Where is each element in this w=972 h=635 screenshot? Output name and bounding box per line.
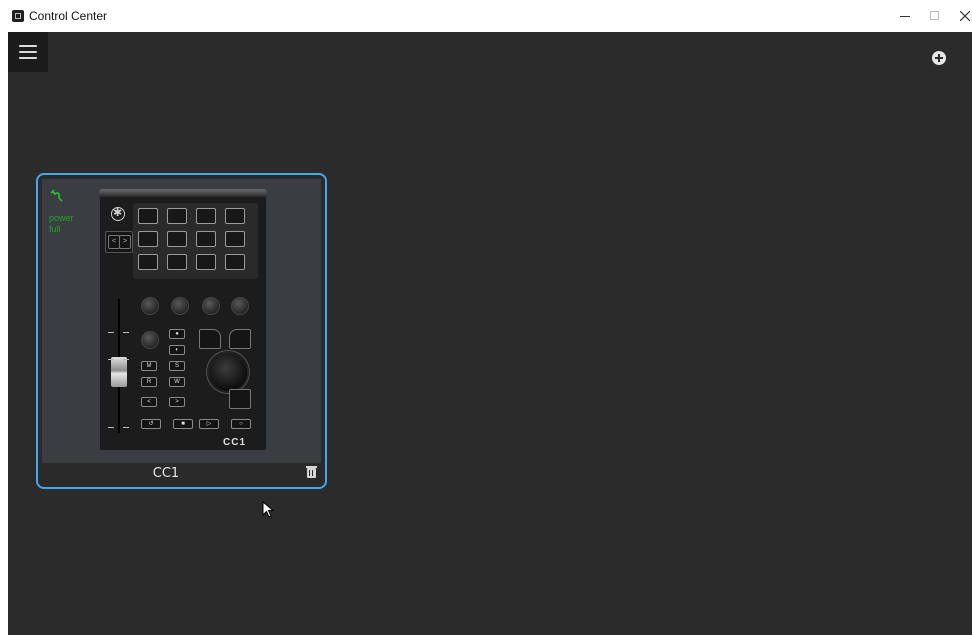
pad [225,208,245,224]
power-status-line: power [49,213,74,223]
stop-button-graphic: ■ [173,419,193,429]
window-titlebar: Control Center [0,0,972,32]
mouse-cursor-icon [262,501,275,518]
loop-button-graphic: ↺ [141,419,161,429]
menu-button[interactable] [8,32,48,72]
channel-next-graphic: > [169,397,185,407]
device-card-footer: CC1 [42,463,321,483]
plug-icon [50,189,63,202]
bank-arrows: < > [105,231,133,253]
knob [231,297,249,315]
pad [167,208,187,224]
pad [225,254,245,270]
device-top-edge [99,189,267,197]
knob [171,297,189,315]
mute-button-graphic: M [141,361,157,371]
fader-cap [111,357,127,387]
pad [138,208,158,224]
minimize-icon [900,16,910,17]
add-device-button[interactable] [932,51,946,65]
right-arrow-icon: > [119,235,131,249]
fader-tick [123,427,129,428]
cc1-controller-image: < > [99,189,267,451]
power-status: power full [49,213,74,235]
fader-tick [123,332,129,333]
solo-button-graphic: S [169,361,185,371]
close-icon [960,11,970,21]
ai-button-graphic [199,329,221,349]
knob [202,297,220,315]
play-button-graphic: ▷ [199,419,219,429]
pad [138,231,158,247]
pad [196,231,216,247]
pad [167,231,187,247]
yamaha-logo-icon [111,206,125,221]
read-button-graphic: R [141,377,157,387]
jog-button-graphic [229,389,251,409]
pad [225,231,245,247]
pad [196,254,216,270]
hamburger-icon-bar [19,45,37,47]
jog-wheel [207,351,249,393]
pad [196,208,216,224]
fader-tick [108,332,114,333]
lock-button-graphic [229,329,251,349]
knob [141,297,159,315]
device-card-cc1[interactable]: power full < > [36,173,327,489]
window-title: Control Center [29,9,108,23]
fader-tick [123,359,129,360]
hamburger-icon-bar [19,57,37,59]
monitor-button-graphic: ◐ [169,345,185,355]
close-button[interactable] [950,0,972,32]
pad-grid [133,203,258,279]
device-card-preview: power full < > [42,179,321,463]
rec-transport-graphic: ○ [231,419,251,429]
pad [138,254,158,270]
power-status-level: full [49,224,61,234]
minimize-button[interactable] [890,0,920,32]
fader-tick [108,427,114,428]
channel-prev-graphic: < [141,397,157,407]
app-icon [12,10,24,22]
maximize-icon [930,11,939,20]
device-name: CC1 [152,466,180,481]
device-logo: CC1 [223,437,247,448]
pan-knob [141,331,159,349]
write-button-graphic: W [169,377,185,387]
hamburger-icon-bar [19,51,37,53]
pad [167,254,187,270]
main-area: power full < > [8,32,972,635]
maximize-button[interactable] [920,0,950,32]
record-button-graphic: ● [169,329,185,339]
fader-tick [108,359,114,360]
trash-icon[interactable] [306,466,317,478]
